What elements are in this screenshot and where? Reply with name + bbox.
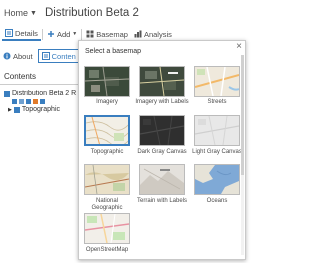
add-button[interactable]: Add ▼	[44, 27, 80, 41]
home-menu[interactable]: Home ▼	[4, 8, 37, 18]
top-bar: Home ▼ Distribution Beta 2	[0, 0, 250, 26]
scrollbar-thumb[interactable]	[241, 55, 244, 175]
divider	[41, 28, 43, 40]
analysis-tool-icon[interactable]	[40, 99, 45, 104]
contents-heading: Contents	[4, 72, 37, 81]
topographic-thumbnail	[86, 117, 128, 144]
content-icon	[41, 52, 50, 60]
layer-item[interactable]: Distribution Beta 2 R	[4, 90, 80, 97]
basemap-label-topographic: Topographic	[90, 149, 124, 155]
basemap-label-oceans: Oceans	[206, 198, 228, 204]
map-title: Distribution Beta 2	[44, 7, 139, 19]
basemap-thumb-imagery-labels[interactable]	[139, 66, 185, 97]
info-icon	[3, 52, 11, 60]
chevron-down-icon: ▼	[72, 31, 78, 37]
basemap-thumb-imagery[interactable]	[84, 66, 130, 97]
filter-icon[interactable]	[26, 99, 31, 104]
basemap-button[interactable]: Basemap	[83, 27, 131, 41]
tab-content[interactable]: Conten	[37, 49, 80, 63]
analysis-button[interactable]: Analysis	[131, 27, 175, 41]
dark-gray-thumbnail	[140, 116, 184, 145]
sidebar: About Conten Contents Distribution Beta …	[0, 44, 80, 263]
close-icon[interactable]: ×	[236, 42, 242, 52]
analysis-icon	[134, 30, 142, 38]
tab-about[interactable]: About	[0, 49, 36, 63]
tab-about-label: About	[13, 51, 33, 61]
imagery-thumbnail	[85, 67, 129, 96]
basemap-label-dark-gray: Dark Gray Canvas	[137, 149, 187, 155]
sidebar-tabs: About Conten	[0, 47, 80, 65]
basemap-icon	[86, 30, 94, 38]
details-icon	[5, 29, 13, 37]
layer-checkbox[interactable]	[4, 90, 10, 97]
basemap-label-natgeo: National Geographic	[91, 198, 123, 211]
terrain-thumbnail	[140, 165, 184, 194]
divider	[81, 28, 83, 40]
add-label: Add	[56, 29, 71, 39]
basemap-label-imagery-labels: Imagery with Labels	[135, 99, 189, 105]
basemap-layer-item[interactable]: ▶ Topographic	[8, 106, 80, 113]
details-button[interactable]: Details	[2, 27, 41, 41]
analysis-label: Analysis	[143, 29, 172, 39]
basemap-label: Basemap	[96, 29, 128, 39]
style-icon[interactable]	[33, 99, 38, 104]
basemap-thumb-streets[interactable]	[194, 66, 240, 97]
layer-tools	[12, 99, 80, 104]
basemap-label-light-gray: Light Gray Canvas	[192, 149, 242, 155]
legend-icon[interactable]	[12, 99, 17, 104]
basemap-thumb-oceans[interactable]	[194, 164, 240, 195]
basemap-thumb-terrain[interactable]	[139, 164, 185, 195]
chevron-down-icon: ▼	[30, 9, 37, 17]
chevron-right-icon[interactable]: ▶	[8, 107, 12, 113]
light-gray-thumbnail	[195, 116, 239, 145]
home-label: Home	[4, 8, 29, 18]
basemap-thumb-natgeo[interactable]	[84, 164, 130, 195]
osm-thumbnail	[85, 214, 129, 243]
tab-content-label: Conten	[51, 51, 76, 61]
basemap-label-imagery: Imagery	[96, 99, 118, 105]
basemap-thumb-light-gray[interactable]	[194, 115, 240, 146]
table-icon[interactable]	[19, 99, 24, 104]
basemap-thumb-topographic[interactable]	[84, 115, 130, 146]
divider	[0, 84, 80, 85]
layer-label: Distribution Beta 2 R	[12, 90, 77, 97]
natgeo-thumbnail	[85, 165, 129, 194]
basemap-layer-label: Topographic	[21, 106, 60, 113]
imagery-labels-thumbnail	[140, 67, 184, 96]
gallery-title: Select a basemap	[85, 48, 142, 55]
basemap-gallery: Select a basemap × Imagery Imagery with …	[78, 40, 246, 260]
oceans-thumbnail	[195, 165, 239, 194]
basemap-label-terrain: Terrain with Labels	[136, 198, 188, 204]
streets-thumbnail	[195, 67, 239, 96]
basemap-thumb-dark-gray[interactable]	[139, 115, 185, 146]
basemap-thumb-osm[interactable]	[84, 213, 130, 244]
basemap-checkbox[interactable]	[13, 106, 20, 113]
basemap-label-osm: OpenStreetMap	[85, 247, 129, 253]
add-icon	[47, 31, 54, 37]
details-label: Details	[15, 28, 38, 38]
basemap-label-streets: Streets	[207, 99, 227, 105]
